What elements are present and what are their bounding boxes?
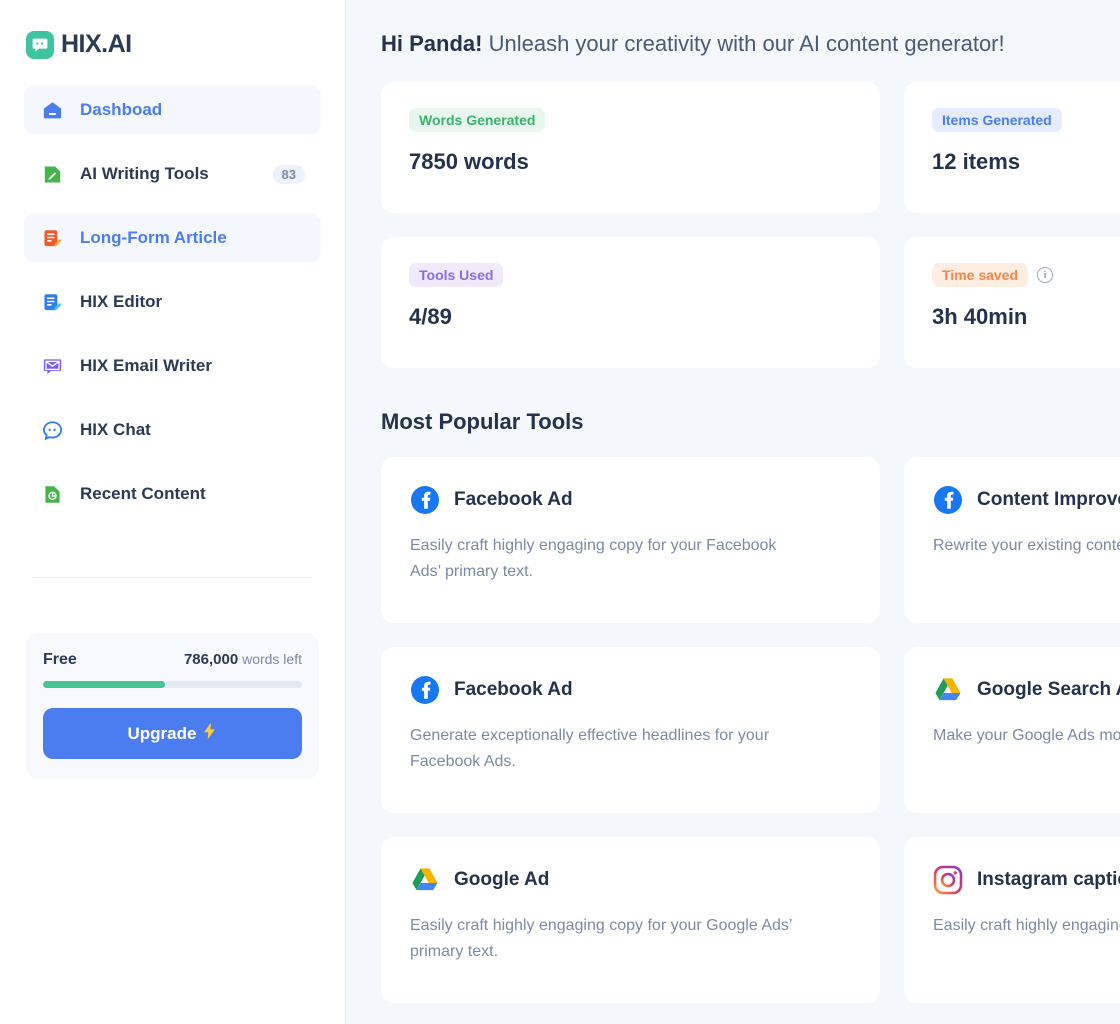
sidebar-item-hix-chat[interactable]: HIX Chat (24, 406, 321, 454)
facebook-icon (410, 485, 440, 515)
sidebar-divider (33, 577, 312, 578)
sidebar-item-label: HIX Chat (80, 420, 151, 439)
tool-name: Facebook Ad (454, 679, 573, 700)
tool-name: Instagram caption (977, 869, 1120, 890)
google-drive-icon (933, 675, 963, 705)
tool-name: Google Search Ad (977, 679, 1120, 700)
plan-quota-number: 786,000 (183, 651, 239, 668)
upgrade-button-label: Upgrade (127, 723, 197, 743)
sidebar-item-badge: 83 (272, 164, 305, 184)
magic-wand-doc-icon (40, 162, 64, 186)
stat-card-items-generated: Items Generated 12 items (904, 82, 1120, 213)
stat-value: 4/89 (409, 304, 452, 329)
tool-description: Easily craft highly engaging copy for yo… (410, 917, 792, 960)
sidebar-item-ai-writing-tools[interactable]: AI Writing Tools 83 (24, 150, 321, 198)
stat-card-tools-used: Tools Used 4/89 (381, 237, 880, 368)
sidebar-item-label: Dashboad (80, 100, 163, 119)
status-badge: Items Generated (932, 108, 1062, 132)
tool-description: Easily craft highly engaging Instagram c… (933, 917, 1120, 934)
email-icon (40, 354, 64, 378)
sidebar-item-hix-editor[interactable]: HIX Editor (24, 278, 321, 326)
plan-quota-suffix: words left (238, 651, 302, 667)
info-circle-icon[interactable]: i (1037, 267, 1054, 283)
brand-logo[interactable]: HIX.AI (0, 0, 345, 59)
facebook-icon (410, 675, 440, 705)
status-badge: Tools Used (409, 263, 504, 287)
tool-name: Content Improver (977, 489, 1120, 510)
stat-value: 3h 40min (932, 304, 1028, 329)
section-title-popular-tools: Most Popular Tools (381, 409, 584, 434)
tool-description: Easily craft highly engaging copy for yo… (410, 537, 777, 580)
plan-card: Free 786,000 words left Upgrade (26, 633, 319, 779)
status-badge: Words Generated (409, 108, 546, 132)
editor-doc-icon (40, 290, 64, 314)
article-pencil-icon (40, 226, 64, 250)
sidebar-item-hix-email-writer[interactable]: HIX Email Writer (24, 342, 321, 390)
tool-card[interactable]: Instagram caption Easily craft highly en… (904, 837, 1120, 1003)
home-icon (40, 98, 64, 122)
tool-card[interactable]: Facebook Ad Easily craft highly engaging… (381, 457, 880, 623)
google-drive-icon (410, 865, 440, 895)
tool-card[interactable]: Google Search Ad Make your Google Ads mo… (904, 647, 1120, 813)
stat-value: 12 items (932, 149, 1021, 174)
tool-card[interactable]: Google Ad Easily craft highly engaging c… (381, 837, 880, 1003)
tool-name: Facebook Ad (454, 489, 573, 510)
brand-name: HIX.AI (61, 30, 132, 58)
upgrade-button[interactable]: Upgrade (43, 708, 302, 759)
tools-grid: Facebook Ad Easily craft highly engaging… (381, 457, 1120, 1003)
plan-quota: 786,000 words left (184, 651, 302, 668)
sidebar-item-label: Long-Form Article (80, 228, 227, 247)
sidebar-item-dashboard[interactable]: Dashboad (24, 86, 321, 134)
greeting-name: Hi Panda! (381, 31, 483, 56)
tool-name: Google Ad (454, 869, 550, 890)
chat-icon (40, 418, 64, 442)
plan-name: Free (43, 651, 77, 668)
chat-bubble-icon (26, 30, 54, 59)
plan-progress-fill (43, 681, 165, 688)
recent-file-icon (40, 482, 64, 506)
instagram-icon (933, 865, 963, 895)
plan-progress-bar (43, 681, 302, 688)
stat-card-words-generated: Words Generated 7850 words (381, 82, 880, 213)
greeting-rest: Unleash your creativity with our AI cont… (482, 31, 1005, 56)
sidebar: HIX.AI Dashboad AI Writing Tools 83 Long… (0, 0, 346, 1024)
lightning-bolt-icon (202, 722, 217, 745)
sidebar-item-label: AI Writing Tools (80, 164, 209, 183)
tool-description: Rewrite your existing content to make it… (933, 537, 1120, 554)
sidebar-item-label: HIX Editor (80, 292, 163, 311)
sidebar-item-recent-content[interactable]: Recent Content (24, 470, 321, 518)
tool-description: Make your Google Ads more engaging headl… (933, 727, 1120, 744)
sidebar-item-label: HIX Email Writer (80, 356, 212, 375)
stats-grid: Words Generated 7850 words Items Generat… (381, 82, 1120, 368)
tool-card[interactable]: Facebook Ad Generate exceptionally effec… (381, 647, 880, 813)
tool-description: Generate exceptionally effective headlin… (410, 727, 770, 770)
page-greeting: Hi Panda! Unleash your creativity with o… (381, 0, 1120, 57)
stat-card-time-saved: Time saved i 3h 40min (904, 237, 1120, 368)
sidebar-item-label: Recent Content (80, 484, 206, 503)
tool-card[interactable]: Content Improver Rewrite your existing c… (904, 457, 1120, 623)
stat-value: 7850 words (409, 149, 529, 174)
sidebar-nav: Dashboad AI Writing Tools 83 Long-Form A… (0, 86, 345, 518)
main-content: Hi Panda! Unleash your creativity with o… (346, 0, 1120, 1024)
facebook-icon (933, 485, 963, 515)
sidebar-item-long-form-article[interactable]: Long-Form Article (24, 214, 321, 262)
status-badge: Time saved (932, 263, 1029, 287)
